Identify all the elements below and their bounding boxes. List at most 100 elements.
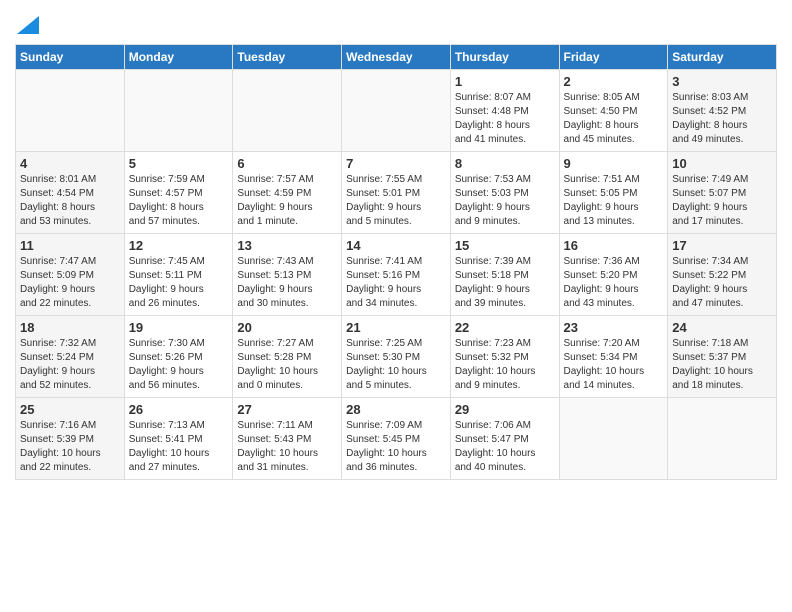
day-info: Sunrise: 7:13 AMSunset: 5:41 PMDaylight:…	[129, 419, 229, 475]
day-header-tuesday: Tuesday	[233, 45, 342, 70]
day-info: Sunrise: 7:09 AMSunset: 5:45 PMDaylight:…	[346, 419, 446, 475]
calendar-week-2: 11 Sunrise: 7:47 AMSunset: 5:09 PMDayligh…	[16, 234, 777, 316]
calendar-cell	[233, 70, 342, 152]
calendar-cell: 1Sunrise: 8:07 AMSunset: 4:48 PMDaylight…	[450, 70, 559, 152]
day-number: 10	[672, 156, 772, 171]
calendar-cell: 12 Sunrise: 7:45 AMSunset: 5:11 PMDayligh…	[124, 234, 233, 316]
calendar-cell: 28 Sunrise: 7:09 AMSunset: 5:45 PMDayligh…	[342, 398, 451, 480]
day-number: 6	[237, 156, 337, 171]
day-number: 27	[237, 402, 337, 417]
calendar-cell: 6 Sunrise: 7:57 AMSunset: 4:59 PMDaylight…	[233, 152, 342, 234]
day-info: Sunrise: 7:27 AMSunset: 5:28 PMDaylight:…	[237, 337, 337, 393]
day-info: Sunrise: 7:57 AMSunset: 4:59 PMDaylight:…	[237, 173, 337, 229]
calendar-cell: 24 Sunrise: 7:18 AMSunset: 5:37 PMDayligh…	[668, 316, 777, 398]
calendar-cell: 11 Sunrise: 7:47 AMSunset: 5:09 PMDayligh…	[16, 234, 125, 316]
calendar-cell: 18 Sunrise: 7:32 AMSunset: 5:24 PMDayligh…	[16, 316, 125, 398]
day-number: 24	[672, 320, 772, 335]
day-header-friday: Friday	[559, 45, 668, 70]
calendar-cell	[342, 70, 451, 152]
logo	[15, 16, 39, 36]
calendar-cell	[124, 70, 233, 152]
calendar-cell: 5 Sunrise: 7:59 AMSunset: 4:57 PMDaylight…	[124, 152, 233, 234]
calendar-cell: 10 Sunrise: 7:49 AMSunset: 5:07 PMDayligh…	[668, 152, 777, 234]
day-number: 18	[20, 320, 120, 335]
day-info: Sunrise: 7:25 AMSunset: 5:30 PMDaylight:…	[346, 337, 446, 393]
day-number: 12	[129, 238, 229, 253]
day-number: 11	[20, 238, 120, 253]
calendar-cell: 26 Sunrise: 7:13 AMSunset: 5:41 PMDayligh…	[124, 398, 233, 480]
day-info: Sunrise: 7:55 AMSunset: 5:01 PMDaylight:…	[346, 173, 446, 229]
day-number: 25	[20, 402, 120, 417]
day-number: 13	[237, 238, 337, 253]
day-number: 15	[455, 238, 555, 253]
calendar-cell	[16, 70, 125, 152]
calendar-week-4: 25 Sunrise: 7:16 AMSunset: 5:39 PMDayligh…	[16, 398, 777, 480]
day-info: Sunrise: 7:36 AMSunset: 5:20 PMDaylight:…	[564, 255, 664, 311]
calendar-cell: 7 Sunrise: 7:55 AMSunset: 5:01 PMDaylight…	[342, 152, 451, 234]
calendar-cell: 9 Sunrise: 7:51 AMSunset: 5:05 PMDaylight…	[559, 152, 668, 234]
day-number: 16	[564, 238, 664, 253]
day-info: Sunrise: 7:39 AMSunset: 5:18 PMDaylight:…	[455, 255, 555, 311]
calendar-header-row: SundayMondayTuesdayWednesdayThursdayFrid…	[16, 45, 777, 70]
day-info: Sunrise: 7:18 AMSunset: 5:37 PMDaylight:…	[672, 337, 772, 393]
day-info: Sunrise: 7:45 AMSunset: 5:11 PMDaylight:…	[129, 255, 229, 311]
day-info: Sunrise: 7:20 AMSunset: 5:34 PMDaylight:…	[564, 337, 664, 393]
calendar-cell: 22 Sunrise: 7:23 AMSunset: 5:32 PMDayligh…	[450, 316, 559, 398]
logo-arrow-icon	[17, 16, 39, 34]
calendar-cell: 20 Sunrise: 7:27 AMSunset: 5:28 PMDayligh…	[233, 316, 342, 398]
calendar-table: SundayMondayTuesdayWednesdayThursdayFrid…	[15, 44, 777, 480]
day-info: Sunrise: 7:59 AMSunset: 4:57 PMDaylight:…	[129, 173, 229, 229]
calendar-cell: 23 Sunrise: 7:20 AMSunset: 5:34 PMDayligh…	[559, 316, 668, 398]
calendar-cell: 19 Sunrise: 7:30 AMSunset: 5:26 PMDayligh…	[124, 316, 233, 398]
day-header-wednesday: Wednesday	[342, 45, 451, 70]
day-number: 22	[455, 320, 555, 335]
day-info: Sunrise: 7:49 AMSunset: 5:07 PMDaylight:…	[672, 173, 772, 229]
day-number: 29	[455, 402, 555, 417]
day-info: Sunrise: 7:32 AMSunset: 5:24 PMDaylight:…	[20, 337, 120, 393]
day-number: 2	[564, 74, 664, 89]
day-info: Sunrise: 7:34 AMSunset: 5:22 PMDaylight:…	[672, 255, 772, 311]
day-info: Sunrise: 7:16 AMSunset: 5:39 PMDaylight:…	[20, 419, 120, 475]
calendar-cell	[668, 398, 777, 480]
day-number: 4	[20, 156, 120, 171]
day-info: Sunrise: 7:11 AMSunset: 5:43 PMDaylight:…	[237, 419, 337, 475]
day-header-monday: Monday	[124, 45, 233, 70]
day-number: 9	[564, 156, 664, 171]
day-info: Sunrise: 7:06 AMSunset: 5:47 PMDaylight:…	[455, 419, 555, 475]
day-number: 23	[564, 320, 664, 335]
day-number: 8	[455, 156, 555, 171]
calendar-cell: 27 Sunrise: 7:11 AMSunset: 5:43 PMDayligh…	[233, 398, 342, 480]
calendar-cell: 16 Sunrise: 7:36 AMSunset: 5:20 PMDayligh…	[559, 234, 668, 316]
day-number: 5	[129, 156, 229, 171]
day-number: 7	[346, 156, 446, 171]
calendar-cell: 13Sunrise: 7:43 AMSunset: 5:13 PMDayligh…	[233, 234, 342, 316]
day-info: Sunrise: 8:07 AMSunset: 4:48 PMDaylight:…	[455, 91, 555, 147]
day-info: Sunrise: 7:53 AMSunset: 5:03 PMDaylight:…	[455, 173, 555, 229]
day-info: Sunrise: 8:03 AMSunset: 4:52 PMDaylight:…	[672, 91, 772, 147]
day-info: Sunrise: 7:47 AMSunset: 5:09 PMDaylight:…	[20, 255, 120, 311]
day-number: 28	[346, 402, 446, 417]
day-number: 19	[129, 320, 229, 335]
day-info: Sunrise: 7:23 AMSunset: 5:32 PMDaylight:…	[455, 337, 555, 393]
day-number: 26	[129, 402, 229, 417]
calendar-cell: 3Sunrise: 8:03 AMSunset: 4:52 PMDaylight…	[668, 70, 777, 152]
calendar-week-1: 4 Sunrise: 8:01 AMSunset: 4:54 PMDaylight…	[16, 152, 777, 234]
calendar-cell: 21 Sunrise: 7:25 AMSunset: 5:30 PMDayligh…	[342, 316, 451, 398]
day-header-thursday: Thursday	[450, 45, 559, 70]
calendar-cell: 14 Sunrise: 7:41 AMSunset: 5:16 PMDayligh…	[342, 234, 451, 316]
calendar-week-0: 1Sunrise: 8:07 AMSunset: 4:48 PMDaylight…	[16, 70, 777, 152]
calendar-cell: 8 Sunrise: 7:53 AMSunset: 5:03 PMDaylight…	[450, 152, 559, 234]
day-header-saturday: Saturday	[668, 45, 777, 70]
day-info: Sunrise: 7:51 AMSunset: 5:05 PMDaylight:…	[564, 173, 664, 229]
day-number: 20	[237, 320, 337, 335]
day-number: 14	[346, 238, 446, 253]
calendar-cell: 4 Sunrise: 8:01 AMSunset: 4:54 PMDaylight…	[16, 152, 125, 234]
day-number: 21	[346, 320, 446, 335]
day-header-sunday: Sunday	[16, 45, 125, 70]
calendar-cell: 17Sunrise: 7:34 AMSunset: 5:22 PMDayligh…	[668, 234, 777, 316]
calendar-cell: 15 Sunrise: 7:39 AMSunset: 5:18 PMDayligh…	[450, 234, 559, 316]
day-info: Sunrise: 7:41 AMSunset: 5:16 PMDaylight:…	[346, 255, 446, 311]
day-info: Sunrise: 7:30 AMSunset: 5:26 PMDaylight:…	[129, 337, 229, 393]
calendar-cell: 25 Sunrise: 7:16 AMSunset: 5:39 PMDayligh…	[16, 398, 125, 480]
day-info: Sunrise: 8:01 AMSunset: 4:54 PMDaylight:…	[20, 173, 120, 229]
